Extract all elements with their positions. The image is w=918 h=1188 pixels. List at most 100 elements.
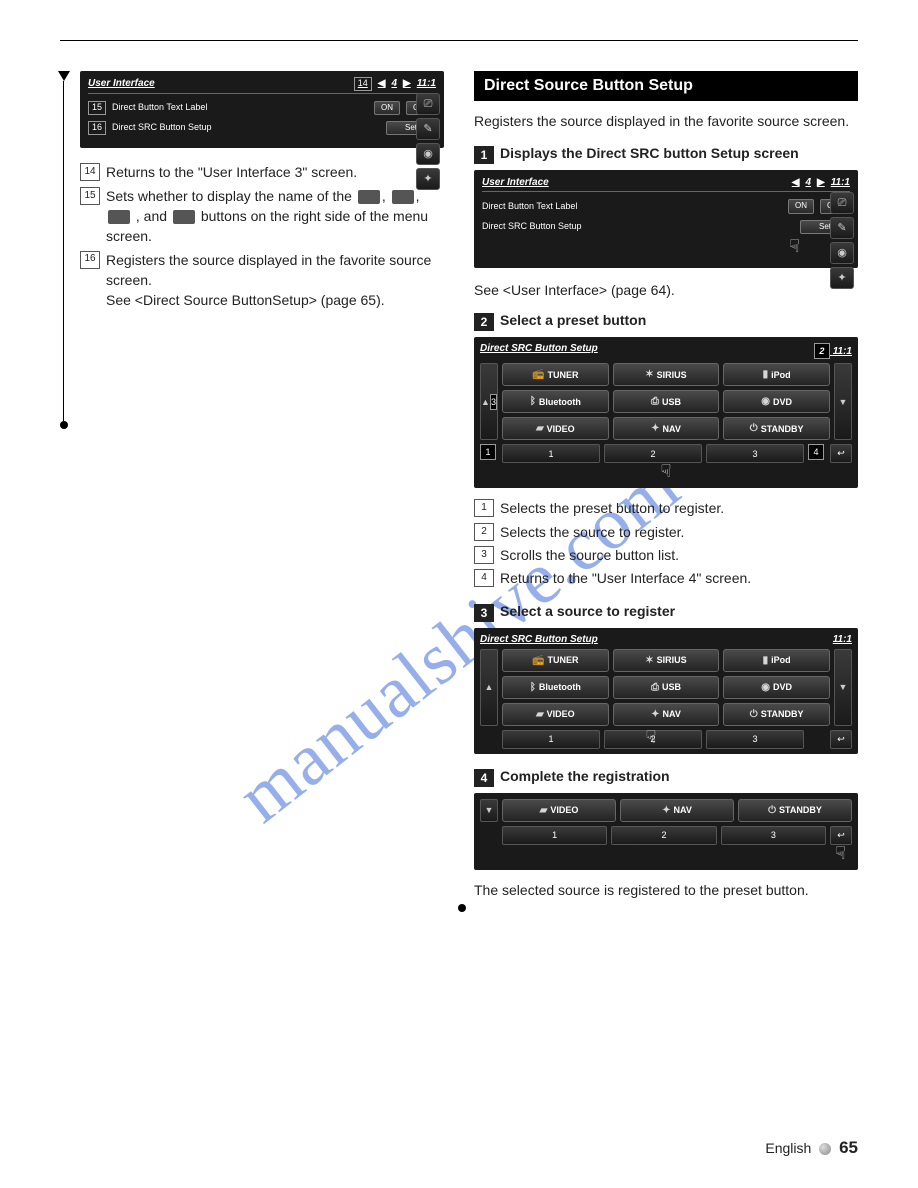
ui-title: User Interface xyxy=(88,77,155,90)
preset-button-3[interactable]: 3 xyxy=(721,826,826,845)
side-icon[interactable]: ◉ xyxy=(830,242,854,264)
timeline-end-icon xyxy=(60,421,68,429)
item-text: Selects the preset button to register. xyxy=(500,498,724,518)
side-icon[interactable]: ✎ xyxy=(830,217,854,239)
preset-button-1[interactable]: 1 xyxy=(502,730,600,749)
callout-16: 16 xyxy=(88,121,106,135)
footer-ball-icon xyxy=(819,1143,831,1155)
side-icon[interactable]: ⎚ xyxy=(416,93,440,115)
step-note: The selected source is registered to the… xyxy=(474,880,858,900)
ui-screenshot-step1: User Interface ◀ 4 ▶ 11:1 Direct Button … xyxy=(474,170,858,268)
item-number: 4 xyxy=(474,569,494,587)
scroll-down-button[interactable]: ▼ xyxy=(834,649,852,726)
ui-row-label: Direct Button Text Label xyxy=(112,102,368,114)
preset-button-2[interactable]: 2 xyxy=(611,826,716,845)
ui-time: 11:1 xyxy=(417,77,436,90)
source-button-video[interactable]: ▰VIDEO xyxy=(502,703,609,726)
step-title: Displays the Direct SRC button Setup scr… xyxy=(500,145,799,161)
source-button-nav[interactable]: ✦NAV xyxy=(613,417,720,440)
step-title: Complete the registration xyxy=(500,768,670,784)
step-number: 1 xyxy=(474,146,494,164)
preset-button-1[interactable]: 1 xyxy=(502,444,600,463)
step-number: 4 xyxy=(474,769,494,787)
item-number: 16 xyxy=(80,251,100,269)
source-button-usb[interactable]: ⎙USB xyxy=(613,390,720,413)
side-icon[interactable]: ✎ xyxy=(416,118,440,140)
source-button-bluetooth[interactable]: ᛒBluetooth xyxy=(502,390,609,413)
callout-14: 14 xyxy=(354,77,372,91)
item-number: 1 xyxy=(474,499,494,517)
step-number: 3 xyxy=(474,604,494,622)
ui-screenshot-step3: Direct SRC Button Setup 11:1 ▲ 📻TUNER ✶S… xyxy=(474,628,858,754)
callout-4: 4 xyxy=(808,444,824,460)
source-button-tuner[interactable]: 📻TUNER xyxy=(502,363,609,386)
ui-screenshot-step2: Direct SRC Button Setup 2 11:1 ▲3 📻TUNER… xyxy=(474,337,858,488)
step-title: Select a source to register xyxy=(500,603,675,619)
source-button-dvd[interactable]: ◉DVD xyxy=(723,676,830,699)
source-button-nav[interactable]: ✦NAV xyxy=(620,799,734,822)
section-intro: Registers the source displayed in the fa… xyxy=(474,111,858,131)
inline-button-icon xyxy=(358,190,380,204)
source-button-dvd[interactable]: ◉DVD xyxy=(723,390,830,413)
preset-button-2[interactable]: 2 xyxy=(604,444,702,463)
step-note: See <User Interface> (page 64). xyxy=(474,282,858,298)
return-button[interactable]: ↩ xyxy=(830,826,852,845)
item-text: Returns to the "User Interface 3" screen… xyxy=(106,162,357,182)
side-icon[interactable]: ◉ xyxy=(416,143,440,165)
source-button-video[interactable]: ▰VIDEO xyxy=(502,799,616,822)
top-rule xyxy=(60,40,858,41)
ui-time: 11:1 xyxy=(833,634,852,645)
ui-title: User Interface xyxy=(482,176,549,189)
inline-button-icon xyxy=(392,190,414,204)
scroll-up-button[interactable]: ▲3 xyxy=(480,363,498,440)
scroll-down-button[interactable]: ▼ xyxy=(834,363,852,440)
ui-page-num: 4 xyxy=(391,77,397,90)
return-button[interactable]: ↩ xyxy=(830,730,852,749)
on-button[interactable]: ON xyxy=(788,199,814,213)
page-footer: English 65 xyxy=(765,1138,858,1158)
callout-1: 1 xyxy=(480,444,496,460)
item-number: 15 xyxy=(80,187,100,205)
on-button[interactable]: ON xyxy=(374,101,400,115)
source-button-standby[interactable]: ⏻STANDBY xyxy=(738,799,852,822)
callout-2: 2 xyxy=(814,343,830,359)
section-heading: Direct Source Button Setup xyxy=(474,71,858,101)
source-button-standby[interactable]: ⏻STANDBY xyxy=(723,417,830,440)
source-button-standby[interactable]: ⏻STANDBY xyxy=(723,703,830,726)
ui-time: 11:1 xyxy=(833,346,852,357)
source-button-ipod[interactable]: ▮iPod xyxy=(723,363,830,386)
item-text: Registers the source displayed in the fa… xyxy=(106,250,444,311)
grid-title: Direct SRC Button Setup xyxy=(480,634,598,645)
source-button-tuner[interactable]: 📻TUNER xyxy=(502,649,609,672)
pointer-hand-icon: ☟ xyxy=(482,235,800,258)
preset-button-3[interactable]: 3 xyxy=(706,730,804,749)
source-button-nav[interactable]: ✦NAV xyxy=(613,703,720,726)
item-text: Selects the source to register. xyxy=(500,522,684,542)
side-icon[interactable]: ✦ xyxy=(416,168,440,190)
callout-15: 15 xyxy=(88,101,106,115)
item-text: Sets whether to display the name of the … xyxy=(106,186,444,247)
side-icon[interactable]: ⎚ xyxy=(830,192,854,214)
grid-title: Direct SRC Button Setup xyxy=(480,343,598,359)
source-button-bluetooth[interactable]: ᛒBluetooth xyxy=(502,676,609,699)
ui-time: 11:1 xyxy=(831,176,850,189)
source-button-video[interactable]: ▰VIDEO xyxy=(502,417,609,440)
ui-page-num: 4 xyxy=(805,176,811,189)
footer-page-number: 65 xyxy=(839,1138,858,1157)
inline-button-icon xyxy=(173,210,195,224)
pointer-hand-icon: ☟ xyxy=(480,461,852,482)
return-button[interactable]: ↩ xyxy=(830,444,852,463)
scroll-up-button[interactable]: ▲ xyxy=(480,649,498,726)
item-number: 2 xyxy=(474,523,494,541)
source-button-sirius[interactable]: ✶SIRIUS xyxy=(613,649,720,672)
source-button-sirius[interactable]: ✶SIRIUS xyxy=(613,363,720,386)
preset-button-1[interactable]: 1 xyxy=(502,826,607,845)
item-text: Returns to the "User Interface 4" screen… xyxy=(500,568,751,588)
source-button-usb[interactable]: ⎙USB xyxy=(613,676,720,699)
ui-row-label: Direct SRC Button Setup xyxy=(482,221,794,233)
side-icon[interactable]: ✦ xyxy=(830,267,854,289)
preset-button-3[interactable]: 3 xyxy=(706,444,804,463)
scroll-down-button[interactable]: ▼ xyxy=(480,799,498,822)
timeline-end-icon xyxy=(458,904,466,912)
source-button-ipod[interactable]: ▮iPod xyxy=(723,649,830,672)
